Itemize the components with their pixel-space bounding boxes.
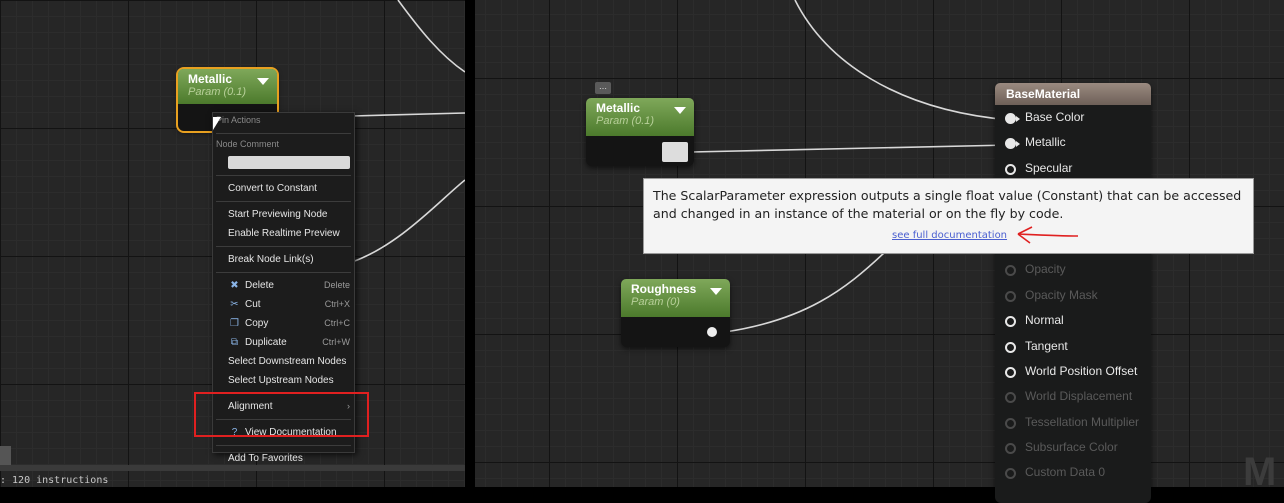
roughness-node[interactable]: Roughness Param (0) [621,279,730,347]
scrollbar-handle[interactable] [0,446,11,467]
pin-icon [1005,265,1016,277]
material-title: BaseMaterial [995,83,1151,105]
node-title: Metallic [596,101,641,115]
pin-tessellation-multiplier: Tessellation Multiplier [995,410,1151,435]
tooltip-text: The ScalarParameter expression outputs a… [653,188,1242,221]
watermark-text: M [1243,450,1277,494]
shortcut: Ctrl+X [324,299,350,309]
pin-opacity-mask: Opacity Mask [995,283,1151,308]
menu-item-select-downstream[interactable]: Select Downstream Nodes [213,352,354,371]
output-pin-hover-icon[interactable] [662,142,688,162]
pin-icon [1005,163,1016,175]
separator [216,445,351,446]
duplicate-icon: ⧉ [230,337,239,348]
node-subtitle: Param (0) [631,296,680,308]
cut-icon: ✂ [230,299,239,310]
pin-actions-header: Pin Actions [216,115,261,125]
pin-icon [1005,341,1016,353]
comment-bubble-icon[interactable]: … [595,82,611,94]
mouse-cursor-icon [213,117,221,130]
node-title: Roughness [631,282,697,296]
horizontal-scrollbar[interactable] [0,465,465,471]
pin-icon [1005,290,1016,302]
separator [216,175,351,176]
collapse-arrow-icon[interactable] [257,78,269,85]
menu-item-delete[interactable]: ✖ Delete Delete [213,276,354,295]
shortcut: Ctrl+C [324,318,350,328]
shortcut: Delete [323,280,350,290]
separator [216,272,351,273]
documentation-tooltip: The ScalarParameter expression outputs a… [643,178,1254,254]
collapse-arrow-icon[interactable] [710,288,722,295]
base-material-node[interactable]: BaseMaterial Base Color Metallic Specula… [995,83,1151,503]
instruction-count: : 120 instructions [0,475,109,486]
menu-item-select-upstream[interactable]: Select Upstream Nodes [213,371,354,390]
left-graph-panel[interactable]: Metallic Param (0.1) Pin Actions Node Co… [0,0,465,487]
node-title: Metallic [188,72,233,86]
pin-custom-data-0: Custom Data 0 [995,460,1151,485]
pin-opacity: Opacity [995,257,1151,282]
annotation-highlight-box [194,392,369,437]
menu-item-start-previewing[interactable]: Start Previewing Node [213,205,354,224]
pin-base-color[interactable]: Base Color [995,105,1151,130]
pin-connected-icon [1005,138,1020,150]
pin-icon [1005,392,1016,404]
pin-icon [1005,417,1016,429]
shortcut: Ctrl+W [322,337,350,347]
metallic-node-right[interactable]: Metallic Param (0.1) [586,98,694,166]
pin-icon [1005,468,1016,480]
annotation-arrow-icon [1017,226,1079,244]
copy-icon: ❐ [230,318,239,329]
pin-icon [1005,366,1016,378]
menu-item-convert-to-constant[interactable]: Convert to Constant [213,179,354,198]
collapse-arrow-icon[interactable] [674,107,686,114]
pin-world-displacement: World Displacement [995,384,1151,409]
node-comment-header: Node Comment [216,139,280,149]
pin-connected-icon [1005,113,1020,124]
delete-icon: ✖ [230,280,239,291]
node-comment-input[interactable] [228,156,350,169]
pin-world-position-offset[interactable]: World Position Offset [995,359,1151,384]
pin-metallic[interactable]: Metallic [995,130,1151,155]
pin-tangent[interactable]: Tangent [995,334,1151,359]
separator [216,201,351,202]
separator [216,133,351,134]
node-subtitle: Param (0.1) [188,86,247,98]
menu-item-enable-realtime-preview[interactable]: Enable Realtime Preview [213,224,354,243]
menu-item-duplicate[interactable]: ⧉ Duplicate Ctrl+W [213,333,354,352]
menu-item-break-node-links[interactable]: Break Node Link(s) [213,250,354,269]
node-subtitle: Param (0.1) [596,115,655,127]
full-documentation-link[interactable]: see full documentation [892,230,1007,241]
separator [216,246,351,247]
panel-divider [465,0,475,487]
menu-item-copy[interactable]: ❐ Copy Ctrl+C [213,314,354,333]
output-pin[interactable] [707,327,717,337]
pin-subsurface-color: Subsurface Color [995,435,1151,460]
pin-icon [1005,443,1016,455]
pin-normal[interactable]: Normal [995,308,1151,333]
menu-item-cut[interactable]: ✂ Cut Ctrl+X [213,295,354,314]
pin-icon [1005,316,1016,328]
